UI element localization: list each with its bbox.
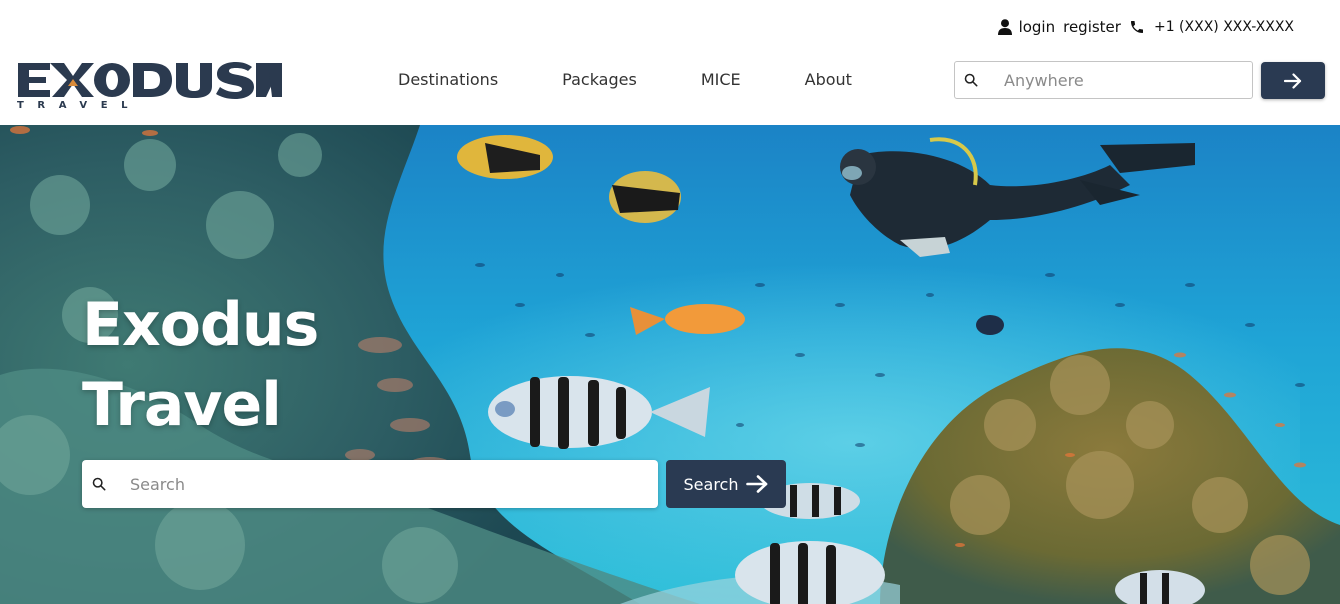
hero-search-box: [82, 460, 658, 508]
phone-number: +1 (XXX) XXX-XXXX: [1153, 19, 1294, 35]
site-header: TRAVEL Destinations Packages MICE About: [0, 52, 1340, 124]
arrow-right-icon: [1284, 72, 1302, 89]
header-search-button[interactable]: [1261, 62, 1325, 99]
hero-title-line2: Travel: [82, 370, 282, 440]
phone-link[interactable]: +1 (XXX) XXX-XXXX: [1129, 19, 1294, 35]
search-icon: [964, 73, 978, 87]
nav-item-about[interactable]: About: [773, 68, 884, 92]
main-nav: Destinations Packages MICE About: [366, 68, 884, 92]
login-label: login: [1018, 18, 1056, 36]
exodus-logo-mark: [18, 62, 282, 99]
login-link[interactable]: login: [997, 18, 1056, 36]
nav-item-destinations[interactable]: Destinations: [366, 68, 530, 92]
hero-title-line1: Exodus: [82, 290, 319, 360]
phone-icon: [1130, 21, 1143, 33]
hero-section: Exodus Travel Search: [0, 125, 1340, 604]
hero-search-button[interactable]: Search: [666, 460, 786, 508]
register-link[interactable]: register: [1063, 18, 1121, 36]
hero-search-button-label: Search: [683, 474, 739, 494]
header-search-input[interactable]: [1004, 62, 1252, 98]
user-icon: [997, 19, 1012, 35]
arrow-right-icon: [746, 475, 768, 493]
register-label: register: [1063, 18, 1121, 36]
nav-item-mice[interactable]: MICE: [669, 68, 773, 92]
hero-title: Exodus Travel: [82, 285, 319, 445]
header-search-box: [954, 61, 1253, 99]
utility-bar: login register +1 (XXX) XXX-XXXX: [997, 16, 1294, 38]
search-icon: [92, 477, 106, 491]
nav-item-packages[interactable]: Packages: [530, 68, 669, 92]
brand-logo[interactable]: TRAVEL: [16, 58, 284, 116]
brand-tagline: TRAVEL: [17, 100, 142, 111]
hero-search-input[interactable]: [130, 460, 658, 508]
